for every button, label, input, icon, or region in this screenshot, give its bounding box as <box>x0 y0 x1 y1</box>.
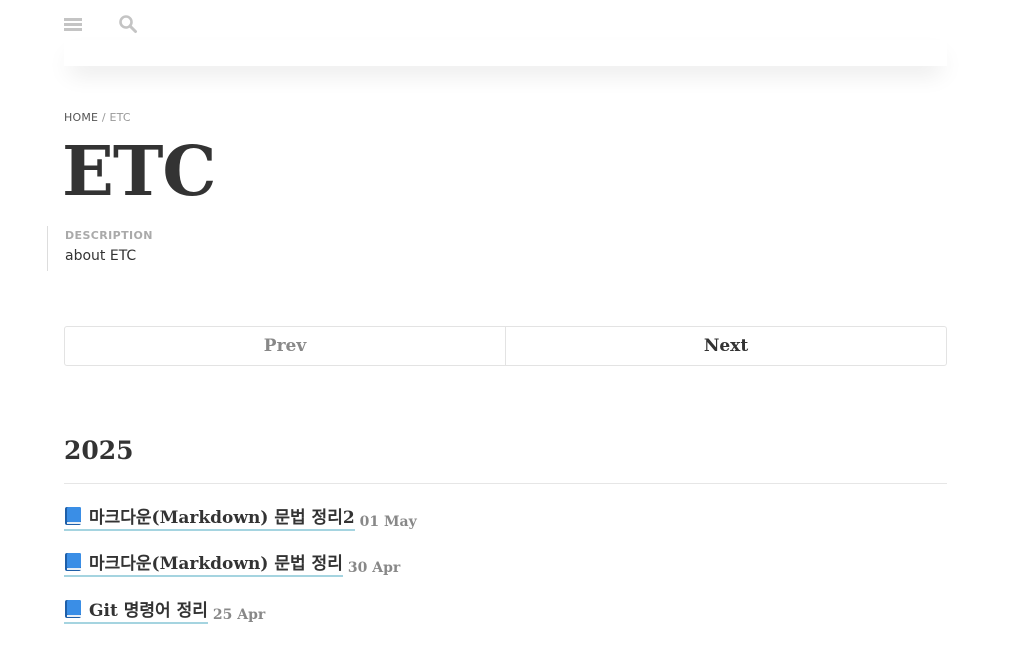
book-icon <box>65 506 81 525</box>
next-button[interactable]: Next <box>506 327 946 365</box>
list-item: 마크다운(Markdown) 문법 정리2 01 May <box>64 503 417 531</box>
post-date: 30 Apr <box>347 559 401 576</box>
menu-icon[interactable] <box>64 16 82 32</box>
description-block: DESCRIPTION about ETC <box>47 226 153 271</box>
breadcrumb: HOME / ETC <box>64 111 131 124</box>
book-icon <box>65 552 81 571</box>
year-heading: 2025 <box>64 436 134 465</box>
list-item: 마크다운(Markdown) 문법 정리 30 Apr <box>64 549 400 577</box>
prev-button[interactable]: Prev <box>65 327 506 365</box>
description-text: about ETC <box>65 248 137 264</box>
list-item: Git 명령어 정리 25 Apr <box>64 596 265 624</box>
post-link[interactable]: Git 명령어 정리 <box>64 596 208 624</box>
page-title: ETC <box>62 132 217 212</box>
post-link[interactable]: 마크다운(Markdown) 문법 정리 <box>64 549 343 577</box>
pagination: Prev Next <box>64 326 947 366</box>
post-link[interactable]: 마크다운(Markdown) 문법 정리2 <box>64 503 355 531</box>
description-label: DESCRIPTION <box>65 229 153 242</box>
search-icon[interactable] <box>118 14 138 34</box>
post-title: Git 명령어 정리 <box>89 601 208 621</box>
post-date: 25 Apr <box>212 606 266 623</box>
post-date: 01 May <box>359 513 417 530</box>
breadcrumb-separator: / <box>101 111 106 124</box>
post-title: 마크다운(Markdown) 문법 정리2 <box>89 508 355 528</box>
breadcrumb-home-link[interactable]: HOME <box>64 111 98 124</box>
header-shadow <box>64 40 947 66</box>
post-title: 마크다운(Markdown) 문법 정리 <box>89 554 343 574</box>
breadcrumb-current: ETC <box>109 111 131 124</box>
book-icon <box>65 599 81 618</box>
year-divider <box>64 483 947 484</box>
